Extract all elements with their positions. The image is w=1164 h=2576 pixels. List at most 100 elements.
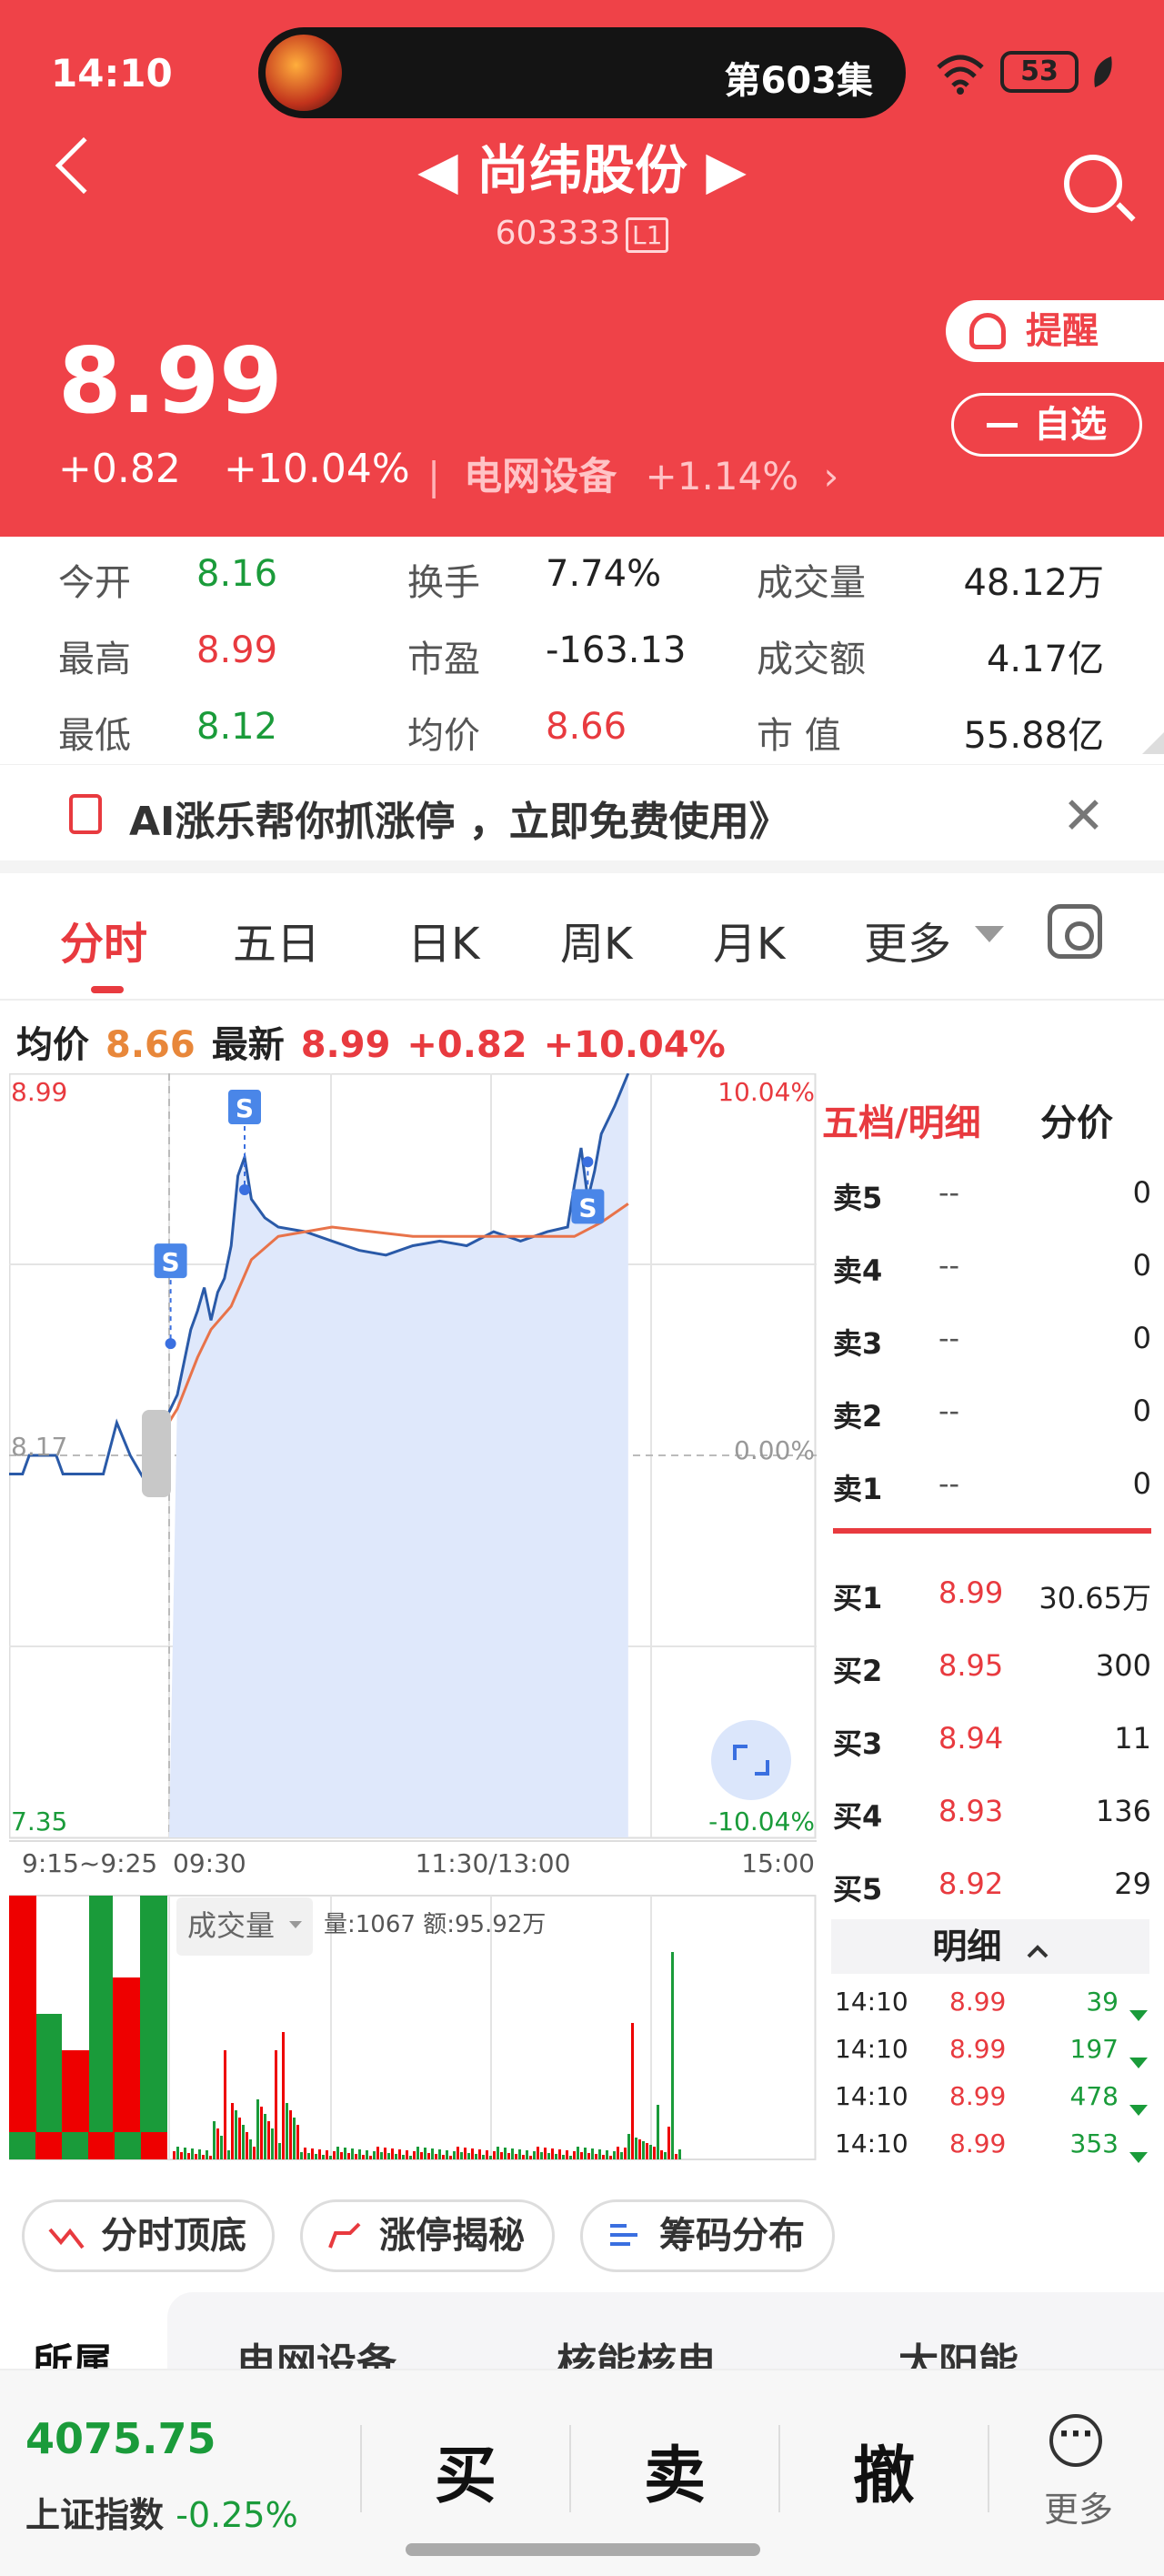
bid-row[interactable]: 买1 8.99 30.65万	[833, 1555, 1151, 1628]
volume-bar	[141, 2132, 167, 2159]
detail-header[interactable]: 明细	[831, 1919, 1149, 1974]
detail-row: 14:10 8.99 39	[831, 1977, 1149, 2025]
volume-bar	[478, 2149, 481, 2159]
buy-button[interactable]: 买	[435, 2425, 497, 2515]
tab-orderbook[interactable]: 五档/明细	[822, 1093, 981, 1146]
ask-row[interactable]: 卖4 -- 0	[833, 1228, 1151, 1301]
divider	[360, 2425, 362, 2512]
volume-bar	[435, 2154, 437, 2159]
stat-value: 48.12万	[963, 562, 1104, 604]
volume-bar	[413, 2151, 416, 2159]
volume-bar	[289, 2110, 292, 2159]
expand-button	[711, 1720, 791, 1800]
volume-bar	[344, 2148, 346, 2159]
tab-daily-k[interactable]: 日K	[407, 908, 479, 971]
stat-label: 换手	[407, 562, 480, 604]
ad-text[interactable]: AI涨乐帮你抓涨停 ，立即免费使用》	[129, 789, 789, 847]
chip-distribution-button[interactable]: 筹码分布	[580, 2199, 835, 2272]
volume-bar	[416, 2147, 419, 2159]
orderbook-label: 买3	[833, 1726, 883, 1761]
related-item[interactable]: 核能核电	[557, 2330, 717, 2374]
ask-row[interactable]: 卖5 -- 0	[833, 1155, 1151, 1228]
index-change: -0.25%	[176, 2495, 298, 2535]
stats-panel[interactable]: 今开 8.16 换手 7.74% 成交量 48.12万 最高 8.99 市盈 -163.13 成交额…	[0, 537, 1164, 764]
fold-corner-icon[interactable]	[1142, 732, 1164, 754]
volume-bar	[609, 2156, 612, 2159]
volume-bar	[497, 2147, 499, 2159]
stat-value: 7.74%	[546, 553, 662, 595]
orderbook-price: 8.93	[938, 1794, 1004, 1828]
price-change: +0.82	[58, 446, 181, 492]
tab-price-dist[interactable]: 分价	[1040, 1093, 1113, 1146]
search-icon[interactable]	[1064, 155, 1122, 213]
index-value[interactable]: 4075.75	[25, 2414, 216, 2463]
volume-bar	[318, 2149, 321, 2159]
orderbook-vol: 11	[1114, 1721, 1151, 1756]
ad-banner[interactable]: AI涨乐帮你抓涨停 ，立即免费使用》 ✕	[0, 764, 1164, 860]
down-arrow-icon	[1129, 2092, 1148, 2122]
media-pill[interactable]: 第603集	[258, 27, 906, 118]
volume-bar	[315, 2154, 317, 2159]
stat-value: 8.99	[196, 629, 278, 671]
related-item[interactable]: 太阳能	[898, 2330, 1018, 2374]
tab-intraday[interactable]: 分时	[60, 908, 147, 971]
volume-bar	[406, 2150, 408, 2159]
settings-icon[interactable]	[1048, 904, 1102, 959]
volume-bar	[216, 2128, 219, 2159]
cancel-order-button[interactable]: 撤	[853, 2425, 915, 2515]
stat-value: 4.17亿	[986, 639, 1104, 680]
orderbook-label: 买1	[833, 1581, 883, 1615]
volume-bar	[631, 2023, 634, 2159]
close-icon[interactable]: ✕	[1062, 787, 1105, 846]
add-favorite-button[interactable]: 自选	[951, 393, 1142, 457]
volume-bar	[402, 2155, 405, 2159]
limit-up-reveal-button[interactable]: 涨停揭秘	[300, 2199, 555, 2272]
volume-bar	[515, 2154, 517, 2159]
more-button[interactable]: 更多	[1044, 2481, 1113, 2531]
intraday-chart[interactable]: S S S 8.99 10.04% 0.00% 8.17 7.35 -10.04% 9:15~9:…	[8, 1072, 817, 2165]
chevron-down-icon[interactable]	[975, 926, 1004, 942]
related-item[interactable]: 电网设备	[236, 2330, 396, 2374]
intraday-top-bottom-button[interactable]: 分时顶底	[22, 2199, 275, 2272]
tab-weekly-k[interactable]: 周K	[560, 908, 632, 971]
sector-link[interactable]: | 电网设备 +1.14% ›	[427, 446, 838, 501]
volume-bar	[391, 2148, 394, 2159]
related-label[interactable]: 所属	[33, 2330, 113, 2374]
sell-button[interactable]: 卖	[644, 2425, 706, 2515]
bid-row[interactable]: 买4 8.93 136	[833, 1774, 1151, 1846]
remind-button[interactable]: 提醒	[946, 300, 1164, 362]
divider	[569, 2425, 571, 2512]
tab-monthly-k[interactable]: 月K	[713, 908, 785, 971]
detail-time: 14:10	[835, 1987, 908, 2017]
ask-row[interactable]: 卖3 -- 0	[833, 1301, 1151, 1374]
orderbook-price: 8.95	[938, 1648, 1004, 1683]
volume-bar	[304, 2148, 306, 2159]
level-badge[interactable]: L1	[626, 216, 669, 253]
volume-bar	[664, 2152, 667, 2159]
orderbook-price: 8.99	[938, 1575, 1004, 1610]
more-icon[interactable]: ···	[1049, 2414, 1102, 2467]
detail-price: 8.99	[949, 2128, 1007, 2158]
next-stock-icon[interactable]: ▶	[706, 139, 747, 201]
volume-bar	[9, 2132, 35, 2159]
index-name: 上证指数	[25, 2495, 165, 2535]
volume-bar	[584, 2148, 587, 2159]
bid-row[interactable]: 买2 8.95 300	[833, 1628, 1151, 1701]
tab-five-day[interactable]: 五日	[233, 908, 320, 971]
bid-row[interactable]: 买5 8.92 29	[833, 1846, 1151, 1919]
prev-stock-icon[interactable]: ◀	[417, 139, 458, 201]
volume-bar	[671, 1952, 674, 2159]
ask-row[interactable]: 卖1 -- 0	[833, 1446, 1151, 1519]
chart-canvas[interactable]: S S S 8.99 10.04% 0.00% 8.17 7.35 -10.04% 9:15~9:…	[8, 1072, 817, 2165]
ask-row[interactable]: 卖2 -- 0	[833, 1374, 1151, 1446]
marker-dot	[582, 1156, 594, 1168]
bid-row[interactable]: 买3 8.94 11	[833, 1701, 1151, 1774]
index-name-line[interactable]: 上证指数 -0.25%	[25, 2487, 298, 2537]
home-indicator[interactable]	[406, 2543, 760, 2556]
stock-name: 尚纬股份	[476, 139, 687, 201]
volume-bar	[362, 2155, 365, 2159]
volume-bar	[206, 2150, 208, 2159]
volume-bar	[638, 2139, 641, 2159]
tab-more[interactable]: 更多	[864, 908, 951, 971]
detail-price: 8.99	[949, 2034, 1007, 2064]
